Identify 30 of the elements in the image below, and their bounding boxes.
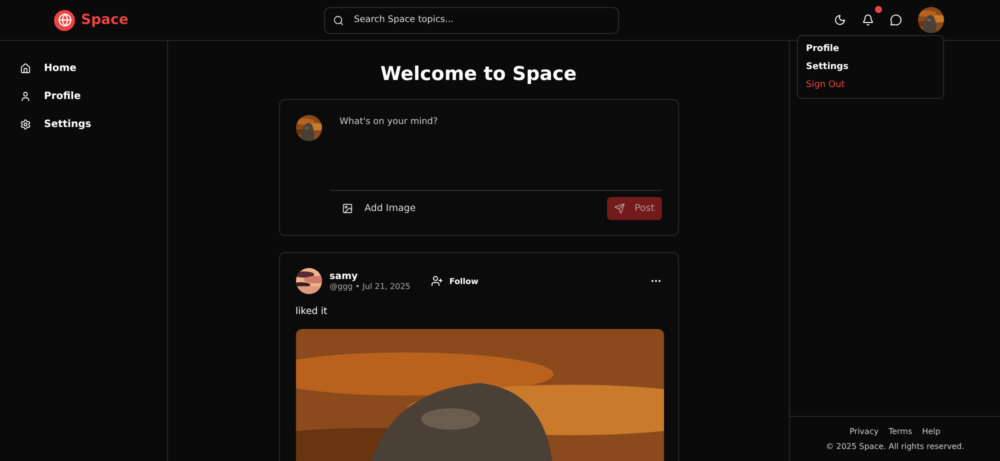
send-icon [614,203,625,214]
post-meta: @ggg • Jul 21, 2025 [330,282,410,291]
settings-icon [20,119,31,130]
home-icon [20,63,31,74]
menu-item[interactable]: Profile [798,40,943,58]
moon-icon[interactable] [834,14,846,26]
globe-logo-icon [54,10,75,30]
image-icon [342,203,352,214]
add-user-icon [431,275,444,287]
add-image-button[interactable]: Add Image [330,203,416,214]
follow-button[interactable]: Follow [425,274,484,288]
user-icon [20,91,31,102]
sidebar-item[interactable]: Home [20,63,147,74]
footer-link[interactable]: Terms [888,427,912,436]
page-title: Welcome to Space [380,63,577,85]
logo-text: Space [81,12,128,28]
post-text: liked it [296,306,328,317]
chat-icon[interactable] [890,14,902,26]
sidebar-item[interactable]: Settings [20,119,147,130]
post-input[interactable]: What's on your mind? [338,115,662,190]
search-field[interactable]: Search Space topics... [324,6,619,34]
author-name: samy [330,271,359,282]
footer-link[interactable]: Help [922,427,940,436]
copyright-text: © 2025 Space. All rights reserved. [826,442,964,451]
search-icon [333,14,344,26]
footer-link[interactable]: Privacy [850,427,879,436]
sidebar-item[interactable]: Profile [20,91,147,102]
search-input[interactable]: Search Space topics... [352,14,610,26]
menu-item[interactable]: Settings [798,58,943,76]
menu-item[interactable]: Sign Out [798,76,943,94]
